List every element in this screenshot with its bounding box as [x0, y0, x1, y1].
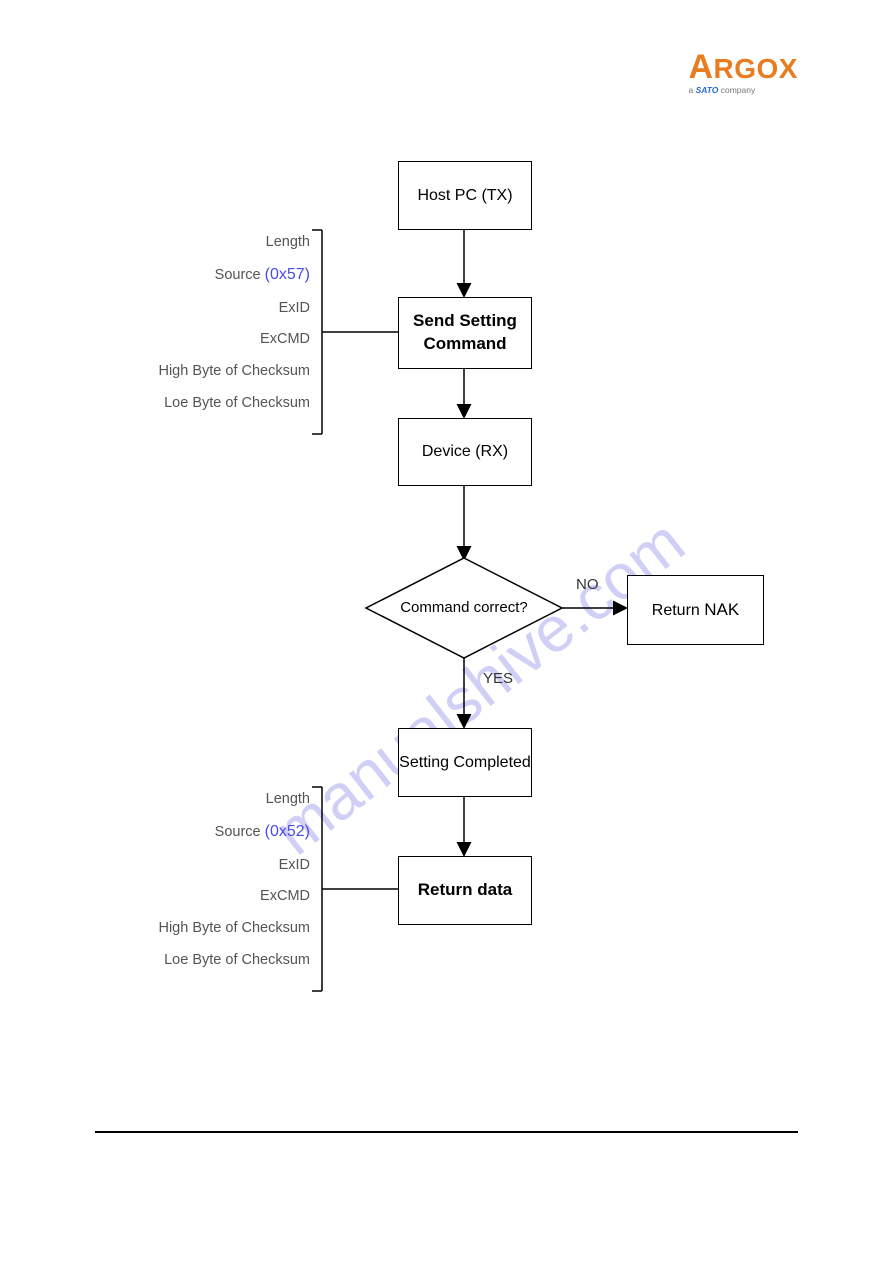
anno1-excmd: ExCMD	[260, 331, 310, 347]
anno1-source: Source (0x57)	[215, 266, 310, 284]
brand-sub-suffix: company	[718, 85, 755, 95]
anno2-source-hex: (0x52)	[265, 823, 310, 840]
node-setting-completed: Setting Completed	[398, 728, 532, 797]
node-return-data: Return data	[398, 856, 532, 925]
anno1-exid: ExID	[279, 300, 310, 316]
node-host-pc: Host PC (TX)	[398, 161, 532, 230]
node-return-data-label: Return data	[418, 879, 512, 902]
brand-logo: ARGOX a SATO company	[688, 48, 798, 95]
node-return-nak-label-b: NAK	[704, 600, 739, 619]
anno2-length: Length	[266, 791, 310, 807]
edge-label-yes: YES	[483, 670, 513, 687]
node-return-nak: Return NAK	[627, 575, 764, 645]
node-setting-completed-label: Setting Completed	[399, 752, 531, 774]
brand-logo-a: A	[688, 48, 713, 86]
anno2-source: Source (0x52)	[215, 823, 310, 841]
node-device-rx-label: Device (RX)	[422, 441, 508, 463]
node-send-setting: Send Setting Command	[398, 297, 532, 369]
edge-label-no: NO	[576, 576, 599, 593]
anno2-locs: Loe Byte of Checksum	[164, 952, 310, 968]
brand-sub-brand: SATO	[696, 85, 719, 95]
brand-logo-rest: RGOX	[714, 53, 798, 84]
anno1-length: Length	[266, 234, 310, 250]
node-return-nak-label-a: Return	[652, 602, 700, 619]
anno2-exid: ExID	[279, 857, 310, 873]
node-send-setting-label: Send Setting Command	[413, 310, 517, 356]
anno1-source-label: Source	[215, 267, 265, 283]
brand-sub-prefix: a	[688, 85, 695, 95]
node-device-rx: Device (RX)	[398, 418, 532, 486]
node-decision: Command correct?	[366, 558, 562, 658]
anno1-source-hex: (0x57)	[265, 266, 310, 283]
anno2-excmd: ExCMD	[260, 888, 310, 904]
footer-divider	[95, 1131, 798, 1133]
anno1-hics: High Byte of Checksum	[158, 363, 310, 379]
node-return-nak-label: Return NAK	[652, 599, 739, 622]
anno2-hics: High Byte of Checksum	[158, 920, 310, 936]
brand-logo-text: ARGOX	[688, 48, 798, 87]
anno1-locs: Loe Byte of Checksum	[164, 395, 310, 411]
node-host-pc-label: Host PC (TX)	[417, 185, 512, 207]
node-decision-label: Command correct?	[366, 599, 562, 616]
anno2-source-label: Source	[215, 824, 265, 840]
